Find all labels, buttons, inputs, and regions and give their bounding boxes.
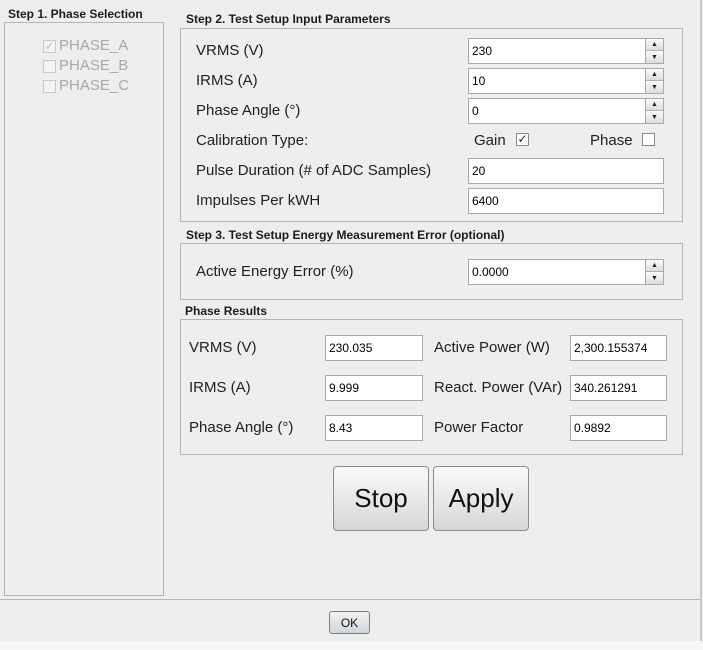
results-title: Phase Results — [185, 304, 268, 318]
power-factor-field[interactable]: 0.9892 — [570, 415, 667, 441]
check-icon: ✓ — [517, 132, 528, 146]
result-vrms-field[interactable]: 230.035 — [325, 335, 423, 361]
spin-up-icon[interactable]: ▲ — [646, 260, 663, 272]
result-phase-angle-label: Phase Angle (°) — [189, 419, 294, 436]
spin-down-icon[interactable]: ▼ — [646, 51, 663, 63]
phase-c-label: PHASE_C — [59, 77, 130, 94]
vrms-spinner[interactable]: 230 ▲ ▼ — [468, 38, 664, 64]
spin-down-icon[interactable]: ▼ — [646, 272, 663, 284]
result-phase-angle-field[interactable]: 8.43 — [325, 415, 423, 441]
footer-divider — [0, 599, 700, 600]
stop-button[interactable]: Stop — [333, 466, 429, 531]
active-power-field[interactable]: 2,300.155374 — [570, 335, 667, 361]
gain-checkbox[interactable]: ✓ — [516, 133, 529, 146]
step1-title: Step 1. Phase Selection — [8, 7, 143, 21]
spin-up-icon[interactable]: ▲ — [646, 99, 663, 111]
power-factor-label: Power Factor — [434, 419, 524, 436]
gain-label: Gain — [474, 132, 506, 149]
vrms-label: VRMS (V) — [196, 42, 264, 59]
active-energy-error-input[interactable]: 0.0000 — [472, 260, 509, 284]
irms-spinner[interactable]: 10 ▲ ▼ — [468, 68, 664, 94]
phase-a-label: PHASE_A — [59, 37, 129, 54]
active-energy-error-label: Active Energy Error (%) — [196, 263, 354, 280]
irms-label: IRMS (A) — [196, 72, 258, 89]
phase-c-checkbox[interactable] — [43, 80, 56, 93]
impulses-label: Impulses Per kWH — [196, 192, 321, 209]
apply-button[interactable]: Apply — [433, 466, 529, 531]
phase-b-checkbox[interactable] — [43, 60, 56, 73]
react-power-field[interactable]: 340.261291 — [570, 375, 667, 401]
pulse-duration-input[interactable]: 20 — [468, 158, 664, 184]
irms-input[interactable]: 10 — [472, 69, 485, 93]
impulses-input[interactable]: 6400 — [468, 188, 664, 214]
phase-angle-spinner[interactable]: 0 ▲ ▼ — [468, 98, 664, 124]
phase-selection-panel: ✓ PHASE_A PHASE_B PHASE_C — [4, 22, 164, 596]
ok-button[interactable]: OK — [329, 611, 370, 634]
phase-cal-label: Phase — [590, 132, 633, 149]
result-irms-field[interactable]: 9.999 — [325, 375, 423, 401]
window-edge — [700, 0, 702, 650]
spin-down-icon[interactable]: ▼ — [646, 81, 663, 93]
phase-checkbox[interactable] — [642, 133, 655, 146]
result-vrms-label: VRMS (V) — [189, 339, 257, 356]
vrms-input[interactable]: 230 — [472, 39, 492, 63]
spin-down-icon[interactable]: ▼ — [646, 111, 663, 123]
phase-b-label: PHASE_B — [59, 57, 129, 74]
check-icon: ✓ — [44, 39, 55, 53]
active-power-label: Active Power (W) — [434, 339, 550, 356]
window-bottom-edge — [0, 641, 703, 650]
step3-title: Step 3. Test Setup Energy Measurement Er… — [186, 228, 505, 242]
calibration-type-label: Calibration Type: — [196, 132, 309, 149]
step2-title: Step 2. Test Setup Input Parameters — [186, 12, 391, 26]
phase-angle-input[interactable]: 0 — [472, 99, 479, 123]
result-irms-label: IRMS (A) — [189, 379, 251, 396]
react-power-label: React. Power (VAr) — [434, 379, 563, 396]
pulse-duration-label: Pulse Duration (# of ADC Samples) — [196, 162, 432, 179]
spin-up-icon[interactable]: ▲ — [646, 39, 663, 51]
spin-up-icon[interactable]: ▲ — [646, 69, 663, 81]
phase-angle-label: Phase Angle (°) — [196, 102, 301, 119]
active-energy-error-spinner[interactable]: 0.0000 ▲ ▼ — [468, 259, 664, 285]
phase-a-checkbox[interactable]: ✓ — [43, 40, 56, 53]
